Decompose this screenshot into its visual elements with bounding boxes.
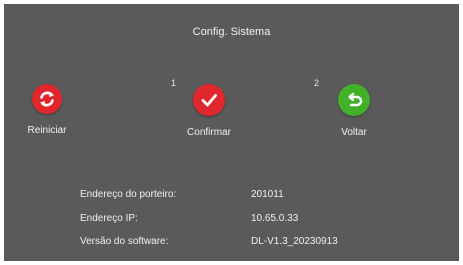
- back-circle: [338, 84, 370, 116]
- checkmark-icon: [201, 94, 217, 107]
- info-row-software-version: Versão do software: DL-V1.3_20230913: [80, 236, 338, 247]
- restart-circle: [32, 84, 62, 114]
- back-shortcut-number: 2: [314, 78, 320, 88]
- confirm-circle: [193, 84, 225, 116]
- confirm-button[interactable]: 1 Confirmar: [159, 78, 259, 138]
- confirm-label: Confirmar: [187, 127, 231, 138]
- software-version-value: DL-V1.3_20230913: [251, 236, 338, 247]
- info-row-ip-address: Endereço IP: 10.65.0.33: [80, 213, 298, 224]
- page-title: Config. Sistema: [192, 26, 271, 38]
- software-version-label: Versão do software:: [80, 236, 169, 247]
- back-button[interactable]: 2 Voltar: [304, 78, 404, 138]
- restart-button[interactable]: Reiniciar: [0, 84, 97, 136]
- ip-address-value: 10.65.0.33: [251, 213, 299, 224]
- system-config-screen: Config. Sistema Reiniciar 1 Confirmar 2: [4, 4, 459, 261]
- restart-label: Reiniciar: [27, 125, 67, 136]
- back-arrow-icon: [348, 92, 363, 107]
- refresh-icon: [40, 91, 54, 107]
- ip-address-label: Endereço IP:: [80, 213, 138, 224]
- confirm-shortcut-number: 1: [171, 78, 177, 88]
- door-address-label: Endereço do porteiro:: [80, 189, 177, 200]
- back-label: Voltar: [341, 127, 367, 138]
- door-address-value: 201011: [251, 189, 284, 200]
- info-row-door-address: Endereço do porteiro: 201011: [80, 189, 284, 200]
